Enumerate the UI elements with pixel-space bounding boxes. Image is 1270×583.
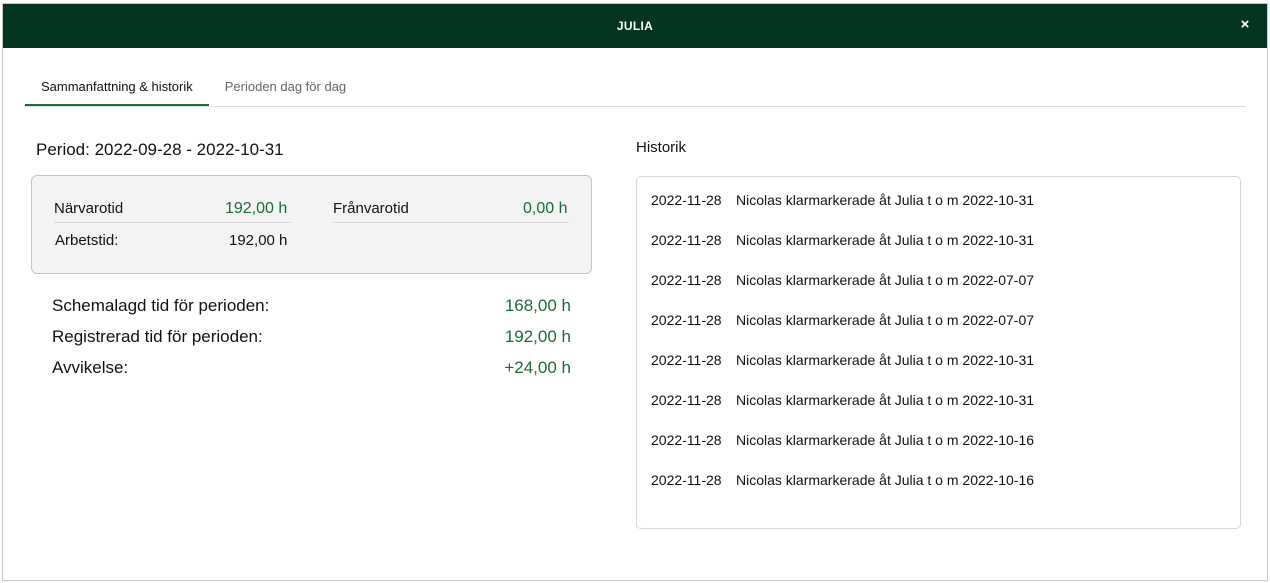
close-icon[interactable]: × — [1237, 17, 1253, 33]
list-item: 2022-11-28 Nicolas klarmarkerade åt Julia… — [651, 232, 1034, 248]
history-date: 2022-11-28 — [651, 472, 722, 488]
history-date: 2022-11-28 — [651, 272, 722, 288]
history-text: Nicolas klarmarkerade åt Julia t o m 202… — [736, 192, 1035, 208]
history-list[interactable]: 2022-11-28 Nicolas klarmarkerade åt Julia… — [636, 176, 1241, 529]
total-row: Schemalagd tid för perioden: 168,00 h — [52, 294, 571, 325]
period-totals: Schemalagd tid för perioden: 168,00 h Re… — [52, 294, 571, 387]
history-date: 2022-11-28 — [651, 312, 722, 328]
period-title: Period: 2022-09-28 - 2022-10-31 — [36, 140, 284, 159]
narvarotid-label: Närvarotid — [54, 200, 124, 217]
list-item: 2022-11-28 Nicolas klarmarkerade åt Julia… — [651, 272, 1034, 288]
history-date: 2022-11-28 — [651, 232, 722, 248]
modal-header: JULIA × — [3, 4, 1267, 48]
history-text: Nicolas klarmarkerade åt Julia t o m 202… — [736, 272, 1035, 288]
arbetstid-value: 192,00 h — [229, 232, 288, 249]
time-summary-box: Närvarotid 192,00 h Frånvarotid 0,00 h A… — [31, 175, 592, 274]
scheduled-time-value: 168,00 h — [504, 296, 571, 315]
scheduled-time-label: Schemalagd tid för perioden: — [52, 296, 270, 315]
history-date: 2022-11-28 — [651, 352, 722, 368]
modal-title: JULIA — [616, 19, 654, 33]
deviation-label: Avvikelse: — [52, 358, 129, 377]
history-text: Nicolas klarmarkerade åt Julia t o m 202… — [736, 392, 1035, 408]
history-date: 2022-11-28 — [651, 432, 722, 448]
total-row: Registrerad tid för perioden: 192,00 h — [52, 325, 571, 356]
divider — [54, 222, 291, 223]
list-item: 2022-11-28 Nicolas klarmarkerade åt Julia… — [651, 432, 1034, 448]
narvarotid-value: 192,00 h — [225, 200, 288, 217]
arbetstid-label: Arbetstid: — [55, 232, 119, 249]
history-text: Nicolas klarmarkerade åt Julia t o m 202… — [736, 352, 1035, 368]
history-text: Nicolas klarmarkerade åt Julia t o m 202… — [736, 312, 1035, 328]
history-title: Historik — [636, 139, 687, 156]
history-date: 2022-11-28 — [651, 192, 722, 208]
franvarotid-value: 0,00 h — [523, 200, 568, 217]
divider — [333, 222, 569, 223]
tab-summary-history[interactable]: Sammanfattning & historik — [25, 72, 209, 106]
history-text: Nicolas klarmarkerade åt Julia t o m 202… — [736, 472, 1035, 488]
registered-time-value: 192,00 h — [504, 327, 571, 346]
user-summary-modal: JULIA × Sammanfattning & historik Period… — [2, 3, 1268, 581]
history-date: 2022-11-28 — [651, 392, 722, 408]
history-text: Nicolas klarmarkerade åt Julia t o m 202… — [736, 432, 1035, 448]
history-text: Nicolas klarmarkerade åt Julia t o m 202… — [736, 232, 1035, 248]
total-row: Avvikelse: +24,00 h — [52, 356, 571, 387]
tab-bar: Sammanfattning & historik Perioden dag f… — [25, 72, 1246, 107]
list-item: 2022-11-28 Nicolas klarmarkerade åt Julia… — [651, 312, 1034, 328]
registered-time-label: Registrerad tid för perioden: — [52, 327, 263, 346]
list-item: 2022-11-28 Nicolas klarmarkerade åt Julia… — [651, 392, 1034, 408]
franvarotid-label: Frånvarotid — [333, 200, 409, 217]
list-item: 2022-11-28 Nicolas klarmarkerade åt Julia… — [651, 352, 1034, 368]
tab-period-day-by-day[interactable]: Perioden dag för dag — [209, 72, 362, 106]
deviation-value: +24,00 h — [504, 358, 571, 377]
list-item: 2022-11-28 Nicolas klarmarkerade åt Julia… — [651, 472, 1034, 488]
list-item: 2022-11-28 Nicolas klarmarkerade åt Julia… — [651, 192, 1034, 208]
